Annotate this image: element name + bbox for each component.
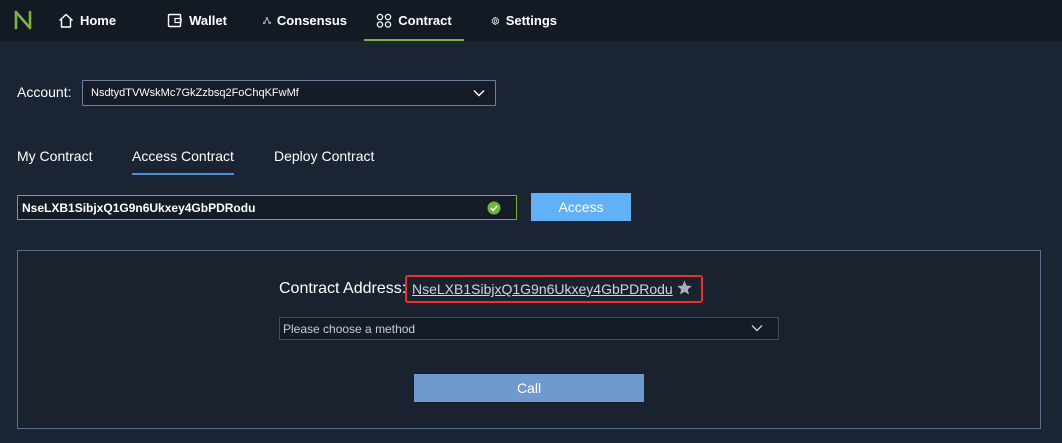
nav-contract[interactable]: Contract	[364, 0, 464, 41]
valid-check-icon	[487, 201, 501, 215]
nav-wallet-label: Wallet	[189, 13, 227, 28]
nav-settings[interactable]: Settings	[491, 0, 557, 41]
nav-consensus-label: Consensus	[276, 13, 347, 28]
contract-address-label: Contract Address:	[279, 280, 407, 297]
nav-consensus[interactable]: Consensus	[263, 0, 347, 41]
contract-icon	[377, 13, 392, 28]
account-select[interactable]: NsdtydTVWskMc7GkZzbsq2FoChqKFwMf	[82, 80, 496, 106]
chevron-down-icon	[473, 90, 485, 97]
account-select-value: NsdtydTVWskMc7GkZzbsq2FoChqKFwMf	[91, 87, 299, 99]
method-select[interactable]: Please choose a method	[279, 317, 779, 340]
tab-access-contract[interactable]: Access Contract	[132, 148, 234, 175]
home-icon	[58, 13, 73, 28]
gear-icon	[491, 16, 500, 25]
call-button[interactable]: Call	[414, 374, 644, 402]
wallet-icon	[167, 13, 182, 28]
consensus-icon	[263, 17, 271, 25]
method-select-placeholder: Please choose a method	[283, 321, 416, 336]
contract-address-input[interactable]: NseLXB1SibjxQ1G9n6Ukxey4GbPDRodu	[17, 195, 517, 220]
nav-home[interactable]: Home	[57, 0, 117, 41]
access-button[interactable]: Access	[531, 193, 631, 221]
nav-settings-label: Settings	[505, 13, 557, 28]
nav-contract-label: Contract	[398, 13, 452, 28]
tab-deploy-contract[interactable]: Deploy Contract	[274, 148, 374, 175]
star-icon[interactable]	[676, 280, 693, 296]
tab-my-contract[interactable]: My Contract	[17, 148, 92, 175]
chevron-down-icon	[751, 325, 763, 332]
contract-address-input-value: NseLXB1SibjxQ1G9n6Ukxey4GbPDRodu	[22, 200, 256, 215]
account-label: Account:	[17, 84, 72, 100]
nuls-logo-icon[interactable]	[13, 9, 33, 31]
contract-address-link[interactable]: NseLXB1SibjxQ1G9n6Ukxey4GbPDRodu	[412, 281, 673, 297]
nav-home-label: Home	[79, 13, 117, 28]
top-navigation-bar: Home Wallet Consensus Contract Settings	[0, 0, 1062, 41]
nav-wallet[interactable]: Wallet	[167, 0, 227, 41]
